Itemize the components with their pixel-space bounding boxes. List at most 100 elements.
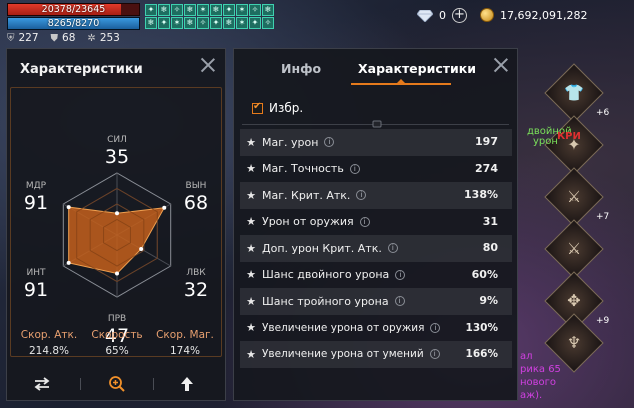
- stat-name: Шанс двойного урона: [262, 268, 390, 282]
- buff-icon[interactable]: ✦: [249, 17, 261, 29]
- star-icon[interactable]: ★: [240, 136, 262, 149]
- chat-text: аж).: [520, 390, 543, 401]
- buff-icon[interactable]: ❄: [262, 4, 274, 16]
- stat-row[interactable]: ★ Маг. Крит. Атк. i 138%: [240, 182, 512, 209]
- favorites-checkbox[interactable]: [252, 101, 263, 114]
- move-speed-stat: Скорость 65%: [81, 329, 153, 357]
- enchant-level: +9: [596, 316, 610, 326]
- buff-icon[interactable]: ✦: [145, 4, 157, 16]
- info-icon[interactable]: i: [394, 296, 405, 307]
- buff-icon[interactable]: ❄: [184, 4, 196, 16]
- shield-icon: ⛨: [7, 33, 15, 44]
- close-icon[interactable]: [494, 58, 508, 72]
- buff-icon[interactable]: ✶: [236, 17, 248, 29]
- stat-value: 197: [475, 135, 498, 148]
- stat-value: 60%: [471, 267, 498, 281]
- stat-list: ★ Маг. урон i 197 ★ Маг. Точность i 274 …: [240, 129, 512, 368]
- gold-coin-icon: [480, 8, 494, 22]
- buff-icon[interactable]: ✧: [197, 17, 209, 29]
- star-icon[interactable]: ★: [240, 189, 262, 202]
- stat-label-int: ИНТ: [26, 268, 46, 278]
- buff-icon[interactable]: ✦: [158, 17, 170, 29]
- characteristics-panel: Инфо Характеристики Избр. ★ Маг. урон i …: [233, 48, 518, 401]
- buff-icon[interactable]: ✶: [197, 4, 209, 16]
- swap-button[interactable]: [12, 370, 72, 398]
- stat-name: Увеличение урона от умений: [262, 348, 424, 361]
- magic-speed-value: 174%: [169, 345, 201, 357]
- buff-icon[interactable]: ✧: [262, 17, 274, 29]
- radar-point-int: [66, 260, 71, 265]
- tab-bar: Инфо Характеристики: [234, 49, 517, 89]
- star-icon[interactable]: ★: [240, 295, 262, 308]
- stat-name: Урон от оружия: [262, 215, 354, 229]
- stat-label-mdr: МДР: [25, 181, 47, 191]
- magic-speed-label: Скор. Маг.: [156, 329, 214, 341]
- stat-name: Доп. урон Крит. Атк.: [262, 241, 382, 255]
- info-icon[interactable]: i: [359, 216, 370, 227]
- stat-row[interactable]: ★ Урон от оружия i 31: [240, 209, 512, 236]
- buff-icon[interactable]: ❄: [210, 4, 222, 16]
- star-icon[interactable]: ★: [240, 268, 262, 281]
- star-icon[interactable]: ★: [240, 215, 262, 228]
- buff-icon[interactable]: ❄: [145, 17, 157, 29]
- favorites-toggle[interactable]: Избр.: [252, 101, 303, 115]
- buff-icon[interactable]: ✶: [171, 17, 183, 29]
- info-icon[interactable]: i: [356, 190, 367, 201]
- star-icon[interactable]: ★: [240, 162, 262, 175]
- inspect-button[interactable]: [87, 370, 147, 398]
- hud-stat-defense-value: 227: [18, 32, 39, 44]
- info-icon[interactable]: i: [429, 349, 440, 360]
- info-icon[interactable]: i: [430, 322, 441, 333]
- close-icon[interactable]: [201, 58, 215, 72]
- tab-characteristics[interactable]: Характеристики: [358, 61, 476, 76]
- chat-text: КРИ: [557, 131, 581, 142]
- stat-row[interactable]: ★ Маг. урон i 197: [240, 129, 512, 156]
- radar-point-vyn: [162, 205, 167, 210]
- stat-row[interactable]: ★ Шанс двойного урона i 60%: [240, 262, 512, 289]
- info-icon[interactable]: i: [324, 137, 335, 148]
- hud-stat-resist-value: 68: [62, 32, 76, 44]
- info-icon[interactable]: i: [387, 243, 398, 254]
- active-tab-caret: [397, 79, 405, 83]
- buff-icon[interactable]: ✦: [210, 17, 222, 29]
- enchant-level: +6: [596, 108, 610, 118]
- equipment-item-icon: ♆: [566, 333, 582, 352]
- buff-icon[interactable]: ✦: [223, 4, 235, 16]
- stat-name: Шанс тройного урона: [262, 294, 389, 308]
- upgrade-button[interactable]: [157, 370, 217, 398]
- star-icon[interactable]: ★: [240, 242, 262, 255]
- hud-stat-power-value: 253: [99, 32, 120, 44]
- buff-icon[interactable]: ❄: [223, 17, 235, 29]
- button-separator: [80, 378, 81, 390]
- add-gems-button[interactable]: +: [452, 8, 467, 23]
- buff-icon[interactable]: ✧: [249, 4, 261, 16]
- radar-point-lvk: [139, 246, 144, 251]
- stat-value: 274: [475, 161, 498, 175]
- stat-row[interactable]: ★ Доп. урон Крит. Атк. i 80: [240, 235, 512, 262]
- hud-stat-resist: ⛊ 68: [51, 32, 76, 44]
- buff-icon[interactable]: ❄: [184, 17, 196, 29]
- swap-arrows-icon: [34, 377, 50, 391]
- stat-value: 138%: [464, 188, 498, 201]
- gem-amount: 0: [439, 9, 446, 22]
- stat-value-int: 91: [23, 279, 49, 301]
- hud-stat-power: ✲ 253: [87, 32, 119, 44]
- buff-icon[interactable]: ✧: [171, 4, 183, 16]
- stat-row[interactable]: ★ Шанс тройного урона i 9%: [240, 288, 512, 315]
- stat-label-lvk: ЛВК: [186, 268, 206, 278]
- stat-value-sil: 35: [104, 146, 130, 168]
- stat-row[interactable]: ★ Увеличение урона от умений i 166%: [240, 341, 512, 368]
- equipment-item-icon: ✥: [567, 291, 581, 310]
- info-icon[interactable]: i: [395, 269, 406, 280]
- star-icon[interactable]: ★: [240, 348, 262, 361]
- stat-row[interactable]: ★ Увеличение урона от оружия i 130%: [240, 315, 512, 342]
- buff-icon[interactable]: ✶: [236, 4, 248, 16]
- buff-icon[interactable]: ❄: [158, 4, 170, 16]
- stat-value: 166%: [465, 348, 498, 360]
- star-icon[interactable]: ★: [240, 321, 262, 334]
- stat-name: Увеличение урона от оружия: [262, 321, 425, 334]
- tab-info[interactable]: Инфо: [281, 61, 321, 76]
- info-icon[interactable]: i: [349, 163, 360, 174]
- stat-label-prv: ПРВ: [107, 314, 127, 324]
- stat-row[interactable]: ★ Маг. Точность i 274: [240, 156, 512, 183]
